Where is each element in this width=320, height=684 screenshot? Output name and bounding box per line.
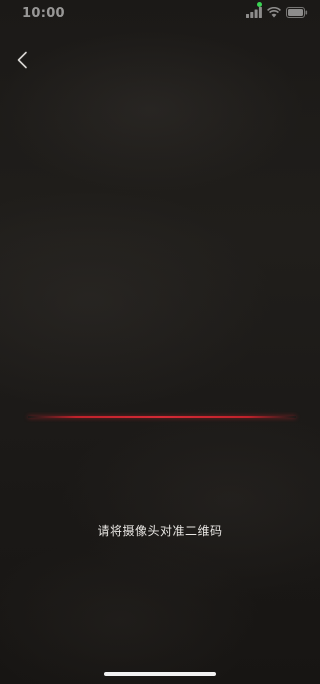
scan-line	[28, 416, 296, 418]
status-time: 10:00	[22, 6, 65, 21]
signal-icon	[246, 7, 262, 18]
wifi-icon	[267, 7, 281, 18]
home-indicator[interactable]	[104, 672, 216, 676]
back-button[interactable]	[8, 44, 36, 76]
battery-icon	[286, 7, 308, 18]
status-icons	[246, 7, 308, 18]
chevron-left-icon	[17, 51, 27, 69]
qr-scanner-screen: 10:00 请将摄像头对准二维码	[0, 0, 320, 684]
scan-hint-text: 请将摄像头对准二维码	[97, 524, 223, 538]
status-bar: 10:00	[0, 0, 320, 28]
